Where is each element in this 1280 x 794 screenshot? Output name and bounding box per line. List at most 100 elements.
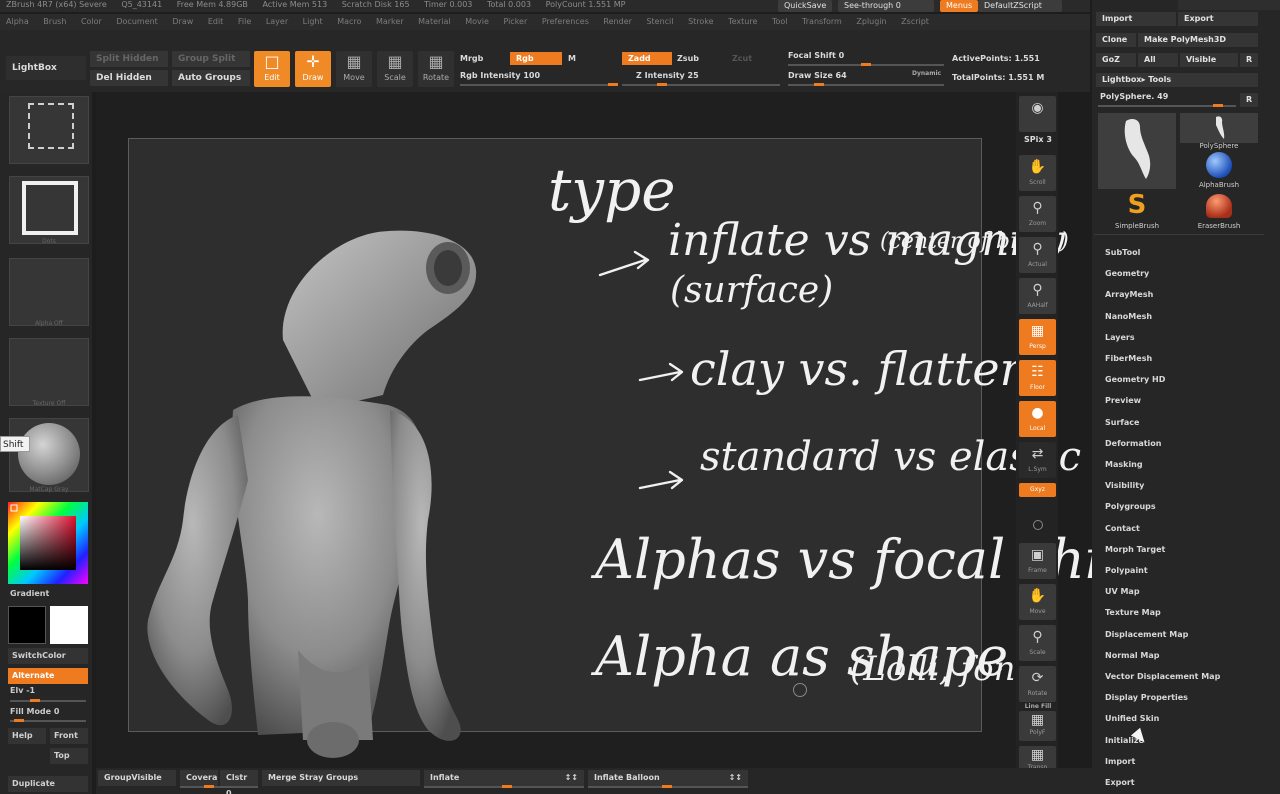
rotate-view-button[interactable]: ⟳ Rotate bbox=[1019, 666, 1056, 702]
color-picker-graphic[interactable] bbox=[8, 502, 88, 584]
scale-mode-button[interactable]: ▦ Scale bbox=[377, 51, 413, 87]
zscript-button[interactable]: DefaultZScript bbox=[978, 0, 1062, 12]
subpalette-surface[interactable]: Surface bbox=[1105, 412, 1220, 433]
groupvisible-button[interactable]: GroupVisible bbox=[98, 770, 176, 786]
menu-draw[interactable]: Draw bbox=[166, 17, 199, 26]
persp-button[interactable]: ▦ Persp bbox=[1019, 319, 1056, 355]
scale-view-button[interactable]: ⚲ Scale bbox=[1019, 625, 1056, 661]
alpha-thumbnail[interactable]: Alpha Off bbox=[9, 258, 89, 327]
focal-shift-slider[interactable] bbox=[788, 63, 944, 66]
simplebrush-icon[interactable]: S bbox=[1124, 192, 1150, 218]
edit-mode-button[interactable]: □ Edit bbox=[254, 51, 290, 87]
subpalette-subtool[interactable]: SubTool bbox=[1105, 242, 1220, 263]
subpalette-polygroups[interactable]: Polygroups bbox=[1105, 496, 1220, 517]
tool-export-button[interactable]: Export bbox=[1178, 12, 1258, 26]
tool-slider-knob[interactable] bbox=[1213, 104, 1223, 107]
lightbox-tools-button[interactable]: Lightbox▸ Tools bbox=[1096, 73, 1258, 87]
gradient-toggle[interactable]: Gradient bbox=[10, 589, 49, 598]
inflate-balloon-slider[interactable]: Inflate Balloon ↕↕ bbox=[588, 770, 748, 786]
sculpt-model[interactable] bbox=[128, 220, 508, 760]
lsym-button[interactable]: ⇄ L.Sym bbox=[1019, 442, 1056, 478]
polyf-button[interactable]: ▦ PolyF bbox=[1019, 711, 1056, 741]
aahalf-button[interactable]: ⚲ AAHalf bbox=[1019, 278, 1056, 314]
menus-button[interactable]: Menus bbox=[940, 0, 979, 12]
move-mode-button[interactable]: ▦ Move bbox=[336, 51, 372, 87]
subpalette-vector-displacement-map[interactable]: Vector Displacement Map bbox=[1105, 666, 1220, 687]
subpalette-import[interactable]: Import bbox=[1105, 751, 1220, 772]
spix-slider[interactable]: SPix 3 bbox=[1020, 135, 1056, 144]
menu-transform[interactable]: Transform bbox=[796, 17, 848, 26]
draw-size-slider[interactable] bbox=[788, 83, 944, 86]
xyz-sym-icon[interactable] bbox=[1033, 520, 1043, 530]
floor-button[interactable]: ☷ Floor bbox=[1019, 360, 1056, 396]
menu-stencil[interactable]: Stencil bbox=[640, 17, 679, 26]
tool-slider[interactable] bbox=[1098, 104, 1236, 107]
eraserbrush-icon[interactable] bbox=[1206, 194, 1232, 218]
coverage-knob[interactable] bbox=[204, 785, 214, 788]
fill-mode-slider[interactable]: Fill Mode 0 bbox=[10, 707, 59, 716]
m-button[interactable]: M bbox=[568, 54, 576, 63]
inflate-slider[interactable]: Inflate ↕↕ bbox=[424, 770, 584, 786]
focal-shift-knob[interactable] bbox=[861, 63, 871, 66]
menu-file[interactable]: File bbox=[232, 17, 257, 26]
subpalette-masking[interactable]: Masking bbox=[1105, 454, 1220, 475]
menu-stroke[interactable]: Stroke bbox=[682, 17, 720, 26]
menu-material[interactable]: Material bbox=[412, 17, 457, 26]
subpalette-texture-map[interactable]: Texture Map bbox=[1105, 602, 1220, 623]
tool-r-button[interactable]: R bbox=[1240, 93, 1258, 107]
menu-tool[interactable]: Tool bbox=[766, 17, 794, 26]
goz-r-button[interactable]: R bbox=[1240, 53, 1258, 67]
zsub-button[interactable]: Zsub bbox=[677, 54, 699, 63]
clone-button[interactable]: Clone bbox=[1096, 33, 1136, 47]
top-button[interactable]: Top bbox=[50, 748, 88, 764]
rgb-intensity-slider[interactable] bbox=[460, 83, 618, 86]
tool-import-button[interactable]: Import bbox=[1096, 12, 1176, 26]
z-intensity-slider[interactable] bbox=[622, 83, 780, 86]
material-thumbnail[interactable]: MatCap Gray bbox=[9, 418, 89, 493]
move-view-button[interactable]: ✋ Move bbox=[1019, 584, 1056, 620]
elv-slider[interactable]: Elv -1 bbox=[10, 686, 35, 695]
zoom-button[interactable]: ⚲ Zoom bbox=[1019, 196, 1056, 232]
subpalette-uv-map[interactable]: UV Map bbox=[1105, 581, 1220, 602]
color-picker[interactable] bbox=[8, 502, 88, 584]
fill-mode-track[interactable] bbox=[10, 719, 86, 722]
split-hidden-button[interactable]: Split Hidden bbox=[90, 51, 168, 67]
menu-layer[interactable]: Layer bbox=[260, 17, 294, 26]
draw-mode-button[interactable]: ✛ Draw bbox=[295, 51, 331, 87]
switchcolor-button[interactable]: SwitchColor bbox=[8, 648, 88, 664]
coverage-track[interactable] bbox=[180, 785, 258, 788]
texture-thumbnail[interactable]: Texture Off bbox=[9, 338, 89, 407]
subpalette-visibility[interactable]: Visibility bbox=[1105, 475, 1220, 496]
fill-mode-knob[interactable] bbox=[14, 719, 24, 722]
frame-button[interactable]: ▣ Frame bbox=[1019, 543, 1056, 579]
menu-alpha[interactable]: Alpha bbox=[0, 17, 35, 26]
inflate-knob[interactable] bbox=[502, 785, 512, 788]
brush-thumbnail[interactable] bbox=[9, 96, 89, 164]
menu-movie[interactable]: Movie bbox=[459, 17, 495, 26]
auto-groups-button[interactable]: Auto Groups bbox=[172, 70, 250, 86]
secondary-color-swatch[interactable] bbox=[50, 606, 88, 644]
inflate-track[interactable] bbox=[424, 785, 584, 788]
see-through-slider[interactable]: See-through 0 bbox=[838, 0, 934, 12]
del-hidden-button[interactable]: Del Hidden bbox=[90, 70, 168, 86]
clstr-slider[interactable]: Clstr 0. bbox=[220, 770, 258, 794]
subpalette-deformation[interactable]: Deformation bbox=[1105, 433, 1220, 454]
subpalette-normal-map[interactable]: Normal Map bbox=[1105, 645, 1220, 666]
coverage-slider[interactable]: Covera bbox=[180, 770, 218, 786]
bpr-button[interactable]: ◉ bbox=[1019, 96, 1056, 132]
menu-preferences[interactable]: Preferences bbox=[536, 17, 595, 26]
lightbox-button[interactable]: LightBox bbox=[6, 56, 86, 80]
quicksave-button[interactable]: QuickSave bbox=[778, 0, 833, 12]
inflate-balloon-knob[interactable] bbox=[662, 785, 672, 788]
subpalette-preview[interactable]: Preview bbox=[1105, 390, 1220, 411]
menu-picker[interactable]: Picker bbox=[497, 17, 533, 26]
tool-thumb-small[interactable] bbox=[1180, 113, 1258, 143]
alphabrush-icon[interactable] bbox=[1206, 152, 1232, 178]
actual-button[interactable]: ⚲ Actual bbox=[1019, 237, 1056, 273]
menu-edit[interactable]: Edit bbox=[202, 17, 230, 26]
group-split-button[interactable]: Group Split bbox=[172, 51, 250, 67]
alternate-button[interactable]: Alternate bbox=[8, 668, 88, 684]
menu-render[interactable]: Render bbox=[597, 17, 637, 26]
goz-visible-button[interactable]: Visible bbox=[1180, 53, 1238, 67]
elv-knob[interactable] bbox=[30, 699, 40, 702]
